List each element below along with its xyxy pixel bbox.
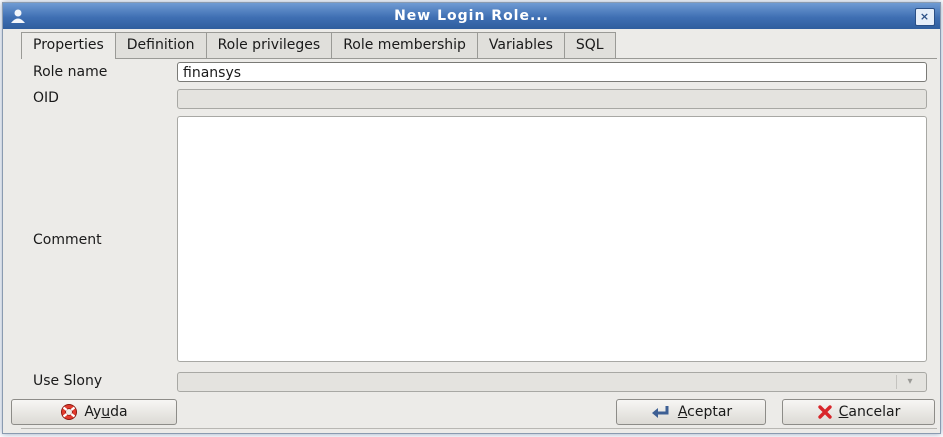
tab-definition[interactable]: Definition (114, 32, 207, 58)
tab-properties[interactable]: Properties (21, 32, 116, 59)
help-button[interactable]: Ayuda (11, 399, 177, 425)
login-role-dialog: New Login Role... × Properties Definitio… (2, 2, 941, 434)
close-button[interactable]: × (915, 8, 935, 26)
chevron-down-icon: ▾ (896, 375, 923, 389)
tab-variables[interactable]: Variables (476, 32, 565, 58)
tab-role-membership[interactable]: Role membership (331, 32, 478, 58)
comment-textarea[interactable] (177, 116, 927, 362)
lifebuoy-icon (61, 404, 78, 420)
cancel-button-label: Cancelar (838, 404, 901, 420)
accept-button-label: Aceptar (677, 404, 733, 420)
window-title: New Login Role... (394, 8, 549, 24)
tab-role-privileges[interactable]: Role privileges (205, 32, 333, 58)
red-x-icon (817, 405, 832, 419)
help-button-label: Ayuda (84, 404, 128, 420)
role-name-label: Role name (33, 64, 108, 80)
tab-sql[interactable]: SQL (563, 32, 616, 58)
use-slony-label: Use Slony (33, 373, 103, 389)
role-name-value: finansys (183, 65, 242, 81)
role-name-input[interactable]: finansys (177, 62, 927, 82)
oid-label: OID (33, 90, 59, 106)
accept-button[interactable]: Aceptar (616, 399, 766, 425)
cancel-button[interactable]: Cancelar (782, 399, 935, 425)
comment-label: Comment (33, 232, 102, 248)
use-slony-select: ▾ (177, 372, 927, 392)
properties-panel: Role name finansys OID Comment Use Slony… (21, 58, 937, 392)
return-arrow-icon (651, 406, 669, 418)
title-bar[interactable]: New Login Role... × (3, 3, 940, 29)
status-bar (21, 428, 937, 437)
tab-bar: Properties Definition Role privileges Ro… (21, 32, 616, 59)
oid-input (177, 89, 927, 109)
